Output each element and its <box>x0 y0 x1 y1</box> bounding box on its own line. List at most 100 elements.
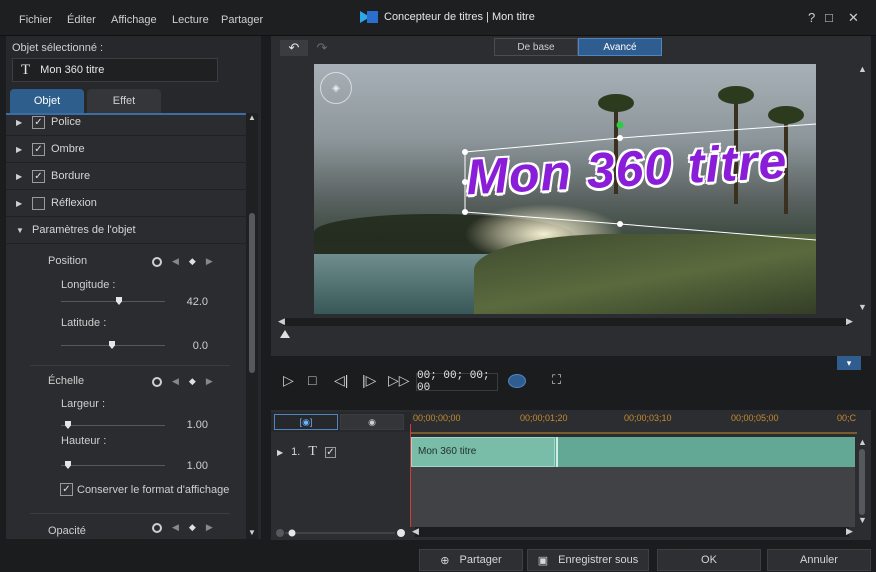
scroll-up-icon[interactable]: ▲ <box>248 113 256 122</box>
add-keyframe-icon[interactable]: ◆ <box>189 376 196 387</box>
ruler-timecode: 00;00;01;20 <box>520 413 568 423</box>
section-ombre[interactable]: ▶ ✓ Ombre <box>6 136 246 163</box>
prev-keyframe-icon[interactable]: ◀ <box>172 376 179 387</box>
selected-object-label: Objet sélectionné : <box>12 42 104 54</box>
expand-arrow-icon[interactable]: ▶ <box>16 118 26 127</box>
track-header: ▶ 1. T ✓ <box>271 437 411 467</box>
ok-button[interactable]: OK <box>657 549 761 571</box>
expand-arrow-icon[interactable]: ▶ <box>16 145 26 154</box>
police-checkbox[interactable]: ✓ <box>32 115 45 129</box>
save-as-button[interactable]: ▣ Enregistrer sous <box>527 549 649 571</box>
redo-icon[interactable]: ↷ <box>308 40 336 56</box>
next-keyframe-icon[interactable]: ▶ <box>206 522 213 533</box>
add-keyframe-icon[interactable]: ◆ <box>189 522 196 533</box>
menu-affichage[interactable]: Affichage <box>111 14 157 26</box>
rotate-handle[interactable] <box>616 121 624 129</box>
360-navigation-icon[interactable]: ◈ <box>320 72 352 104</box>
scrollbar-thumb[interactable] <box>859 449 865 515</box>
timecode-display[interactable]: 00; 00; 00; 00 <box>416 370 498 394</box>
keyframe-clock-icon[interactable] <box>152 256 162 267</box>
section-bordure[interactable]: ▶ ✓ Bordure <box>6 163 246 190</box>
prev-keyframe-icon[interactable]: ◀ <box>172 522 179 533</box>
scroll-down-icon[interactable]: ▼ <box>858 302 867 312</box>
height-label: Hauteur : <box>61 435 107 447</box>
resize-handle[interactable] <box>462 209 468 215</box>
menu-editer[interactable]: Éditer <box>67 14 96 26</box>
fullscreen-icon[interactable]: ⛶ <box>552 372 561 388</box>
width-slider-thumb[interactable] <box>65 421 71 429</box>
expand-arrow-icon[interactable]: ▶ <box>16 172 26 181</box>
keep-ratio-checkbox[interactable]: ✓ <box>60 483 73 496</box>
track-enable-checkbox[interactable]: ✓ <box>324 446 336 458</box>
tab-objet[interactable]: Objet <box>10 89 84 113</box>
menu-partager[interactable]: Partager <box>221 14 263 26</box>
scroll-up-icon[interactable]: ▲ <box>858 437 867 447</box>
previous-frame-icon[interactable]: ◁| <box>334 372 348 389</box>
timeline-tab-clock[interactable]: ◉ <box>340 414 404 430</box>
scroll-down-icon[interactable]: ▼ <box>248 528 256 537</box>
timeline-zoom-slider[interactable] <box>275 528 405 538</box>
help-button[interactable]: ? <box>808 10 815 25</box>
basic-mode-button[interactable]: De base <box>494 38 578 56</box>
reflexion-checkbox[interactable] <box>32 196 45 210</box>
next-frame-icon[interactable]: |▷ <box>362 372 376 389</box>
ombre-checkbox[interactable]: ✓ <box>32 142 45 156</box>
prev-keyframe-icon[interactable]: ◀ <box>172 256 179 267</box>
scroll-down-icon[interactable]: ▼ <box>858 515 867 525</box>
timeline-vertical-scrollbar[interactable]: ▲ ▼ <box>856 437 868 527</box>
timeline-horizontal-scrollbar[interactable] <box>415 527 849 537</box>
divider <box>30 513 230 514</box>
ruler-timecode: 00;00;00;00 <box>413 413 461 423</box>
expand-track-icon[interactable]: ▶ <box>277 448 283 457</box>
scroll-right-icon[interactable]: ▶ <box>846 526 853 537</box>
expand-arrow-icon[interactable]: ▶ <box>16 199 26 208</box>
collapse-arrow-icon[interactable]: ▼ <box>16 226 26 235</box>
preview-horizontal-scrollbar[interactable] <box>283 318 849 326</box>
section-label: Ombre <box>51 143 85 155</box>
scroll-left-icon[interactable]: ◀ <box>278 316 285 327</box>
preview-vertical-scrollbar[interactable]: ▲ ▼ <box>856 64 868 314</box>
timeline-tab-keyframe[interactable]: [◉] <box>274 414 338 430</box>
next-keyframe-icon[interactable]: ▶ <box>206 256 213 267</box>
scrollbar-thumb[interactable] <box>249 213 255 373</box>
advanced-mode-button[interactable]: Avancé <box>578 38 662 56</box>
section-reflexion[interactable]: ▶ Réflexion <box>6 190 246 217</box>
longitude-slider-thumb[interactable] <box>116 297 122 305</box>
longitude-slider[interactable] <box>61 301 165 302</box>
keep-ratio-option[interactable]: ✓ Conserver le format d'affichage <box>60 483 229 496</box>
bordure-checkbox[interactable]: ✓ <box>32 169 45 183</box>
scale-label: Échelle <box>48 375 85 387</box>
keyframe-clock-icon[interactable] <box>152 522 162 533</box>
menu-fichier[interactable]: Fichier <box>19 14 52 26</box>
scroll-right-icon[interactable]: ▶ <box>846 316 853 327</box>
title-clip[interactable]: Mon 360 titre <box>411 437 555 467</box>
share-button[interactable]: ⊕ Partager <box>419 549 523 571</box>
height-slider[interactable] <box>61 465 165 466</box>
latitude-slider-thumb[interactable] <box>109 341 115 349</box>
next-keyframe-icon[interactable]: ▶ <box>206 376 213 387</box>
scroll-left-icon[interactable]: ◀ <box>412 526 419 537</box>
resize-handle[interactable] <box>617 221 623 227</box>
play-icon[interactable]: ▷ <box>283 372 294 389</box>
tab-effet[interactable]: Effet <box>87 89 161 113</box>
timeline-ruler[interactable] <box>411 424 857 434</box>
app-title: Concepteur de titres | Mon titre <box>360 11 535 23</box>
stop-icon[interactable]: □ <box>308 372 316 388</box>
width-slider[interactable] <box>61 425 165 426</box>
close-button[interactable]: ✕ <box>848 10 859 26</box>
expand-panel-button[interactable]: ▾ <box>837 356 861 370</box>
360-view-icon[interactable] <box>508 374 526 388</box>
undo-icon[interactable]: ↶ <box>280 40 308 56</box>
playhead[interactable] <box>410 424 411 527</box>
menu-lecture[interactable]: Lecture <box>172 14 209 26</box>
add-keyframe-icon[interactable]: ◆ <box>189 256 196 267</box>
fast-forward-icon[interactable]: ▷▷ <box>388 372 410 389</box>
scroll-up-icon[interactable]: ▲ <box>858 64 867 74</box>
cancel-button[interactable]: Annuler <box>767 549 871 571</box>
height-slider-thumb[interactable] <box>65 461 71 469</box>
keyframe-clock-icon[interactable] <box>152 376 162 387</box>
maximize-button[interactable]: □ <box>825 10 833 25</box>
section-object-params[interactable]: ▼ Paramètres de l'objet <box>6 217 246 244</box>
properties-scrollbar[interactable]: ▲ ▼ <box>246 113 258 539</box>
section-police[interactable]: ▶ ✓ Police <box>6 115 246 136</box>
